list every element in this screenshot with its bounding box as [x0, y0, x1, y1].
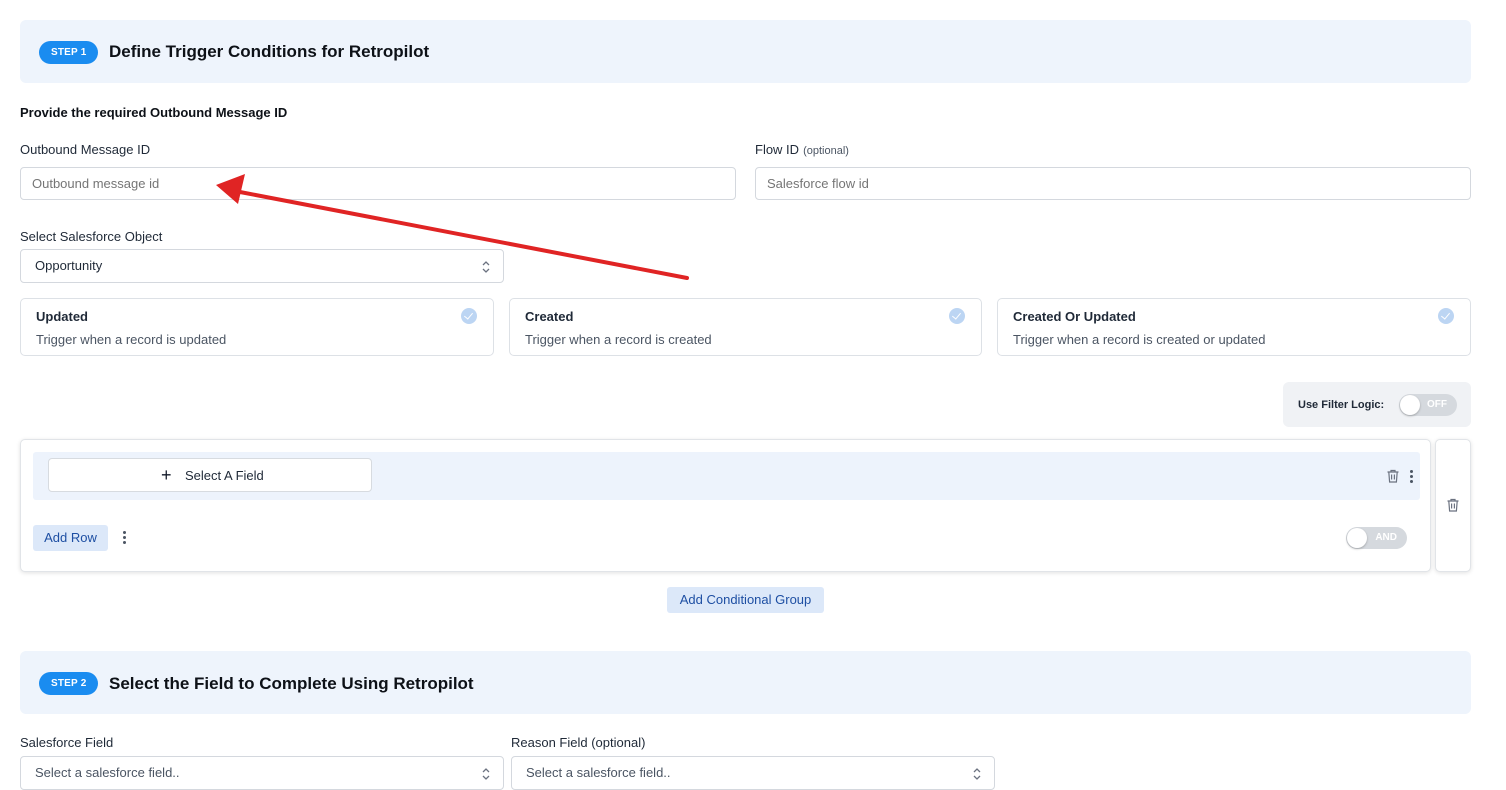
trigger-option-updated[interactable]: Updated Trigger when a record is updated — [20, 298, 494, 356]
step1-badge: STEP 1 — [39, 41, 99, 64]
condition-group-side-panel — [1435, 439, 1471, 572]
trigger-option-created[interactable]: Created Trigger when a record is created — [509, 298, 982, 356]
conjunction-label: AND — [1375, 532, 1397, 543]
step1-header: STEP 1 Define Trigger Conditions for Ret… — [20, 20, 1471, 83]
trigger-option-description: Trigger when a record is updated — [36, 332, 227, 347]
chevron-up-down-icon — [482, 261, 490, 273]
add-row-button[interactable]: Add Row — [33, 525, 108, 551]
check-circle-icon — [949, 308, 965, 324]
trash-icon[interactable] — [1385, 468, 1401, 484]
salesforce-field-label: Salesforce Field — [20, 735, 114, 750]
salesforce-field-select[interactable]: Select a salesforce field.. — [20, 756, 504, 790]
plus-icon: + — [161, 465, 172, 485]
trigger-option-title: Created — [525, 309, 574, 324]
step2-header: STEP 2 Select the Field to Complete Usin… — [20, 651, 1471, 714]
salesforce-object-value: Opportunity — [35, 258, 103, 273]
outbound-message-id-input[interactable] — [20, 167, 736, 200]
step2-badge: STEP 2 — [39, 672, 99, 695]
flow-id-input[interactable] — [755, 167, 1471, 200]
toggle-knob — [1400, 395, 1420, 415]
select-field-button[interactable]: + Select A Field — [48, 458, 372, 492]
step2-title: Select the Field to Complete Using Retro… — [109, 674, 474, 693]
trigger-option-description: Trigger when a record is created or upda… — [1013, 332, 1266, 347]
check-circle-icon — [1438, 308, 1454, 324]
condition-group: + Select A Field Add Row AND — [20, 439, 1431, 572]
conjunction-toggle[interactable]: AND — [1346, 527, 1407, 549]
flow-id-label: Flow ID (optional) — [755, 142, 849, 157]
salesforce-object-select[interactable]: Opportunity — [20, 249, 504, 283]
filter-logic-panel: Use Filter Logic: OFF — [1283, 382, 1471, 427]
reason-field-placeholder: Select a salesforce field.. — [526, 765, 671, 780]
add-conditional-group-button[interactable]: Add Conditional Group — [667, 587, 824, 613]
salesforce-object-label: Select Salesforce Object — [20, 229, 163, 244]
outbound-message-id-label: Outbound Message ID — [20, 142, 151, 157]
trash-icon[interactable] — [1445, 497, 1461, 513]
trigger-option-created-or-updated[interactable]: Created Or Updated Trigger when a record… — [997, 298, 1471, 356]
filter-logic-state: OFF — [1427, 399, 1447, 410]
select-field-label: Select A Field — [185, 468, 264, 483]
section-subtitle: Provide the required Outbound Message ID — [20, 105, 288, 120]
filter-logic-toggle[interactable]: OFF — [1399, 394, 1457, 416]
filter-logic-label: Use Filter Logic: — [1298, 399, 1385, 411]
trigger-option-title: Updated — [36, 309, 88, 324]
condition-row: + Select A Field — [33, 452, 1420, 500]
salesforce-field-placeholder: Select a salesforce field.. — [35, 765, 180, 780]
kebab-menu-icon[interactable] — [123, 531, 127, 546]
toggle-knob — [1347, 528, 1367, 548]
flow-id-optional: (optional) — [803, 145, 849, 157]
reason-field-label: Reason Field (optional) — [511, 735, 646, 750]
check-circle-icon — [461, 308, 477, 324]
kebab-menu-icon[interactable] — [1410, 470, 1414, 485]
flow-id-label-text: Flow ID — [755, 142, 800, 157]
reason-field-select[interactable]: Select a salesforce field.. — [511, 756, 995, 790]
chevron-up-down-icon — [973, 768, 981, 780]
step1-title: Define Trigger Conditions for Retropilot — [109, 42, 430, 61]
chevron-up-down-icon — [482, 768, 490, 780]
trigger-option-description: Trigger when a record is created — [525, 332, 712, 347]
trigger-option-title: Created Or Updated — [1013, 309, 1136, 324]
